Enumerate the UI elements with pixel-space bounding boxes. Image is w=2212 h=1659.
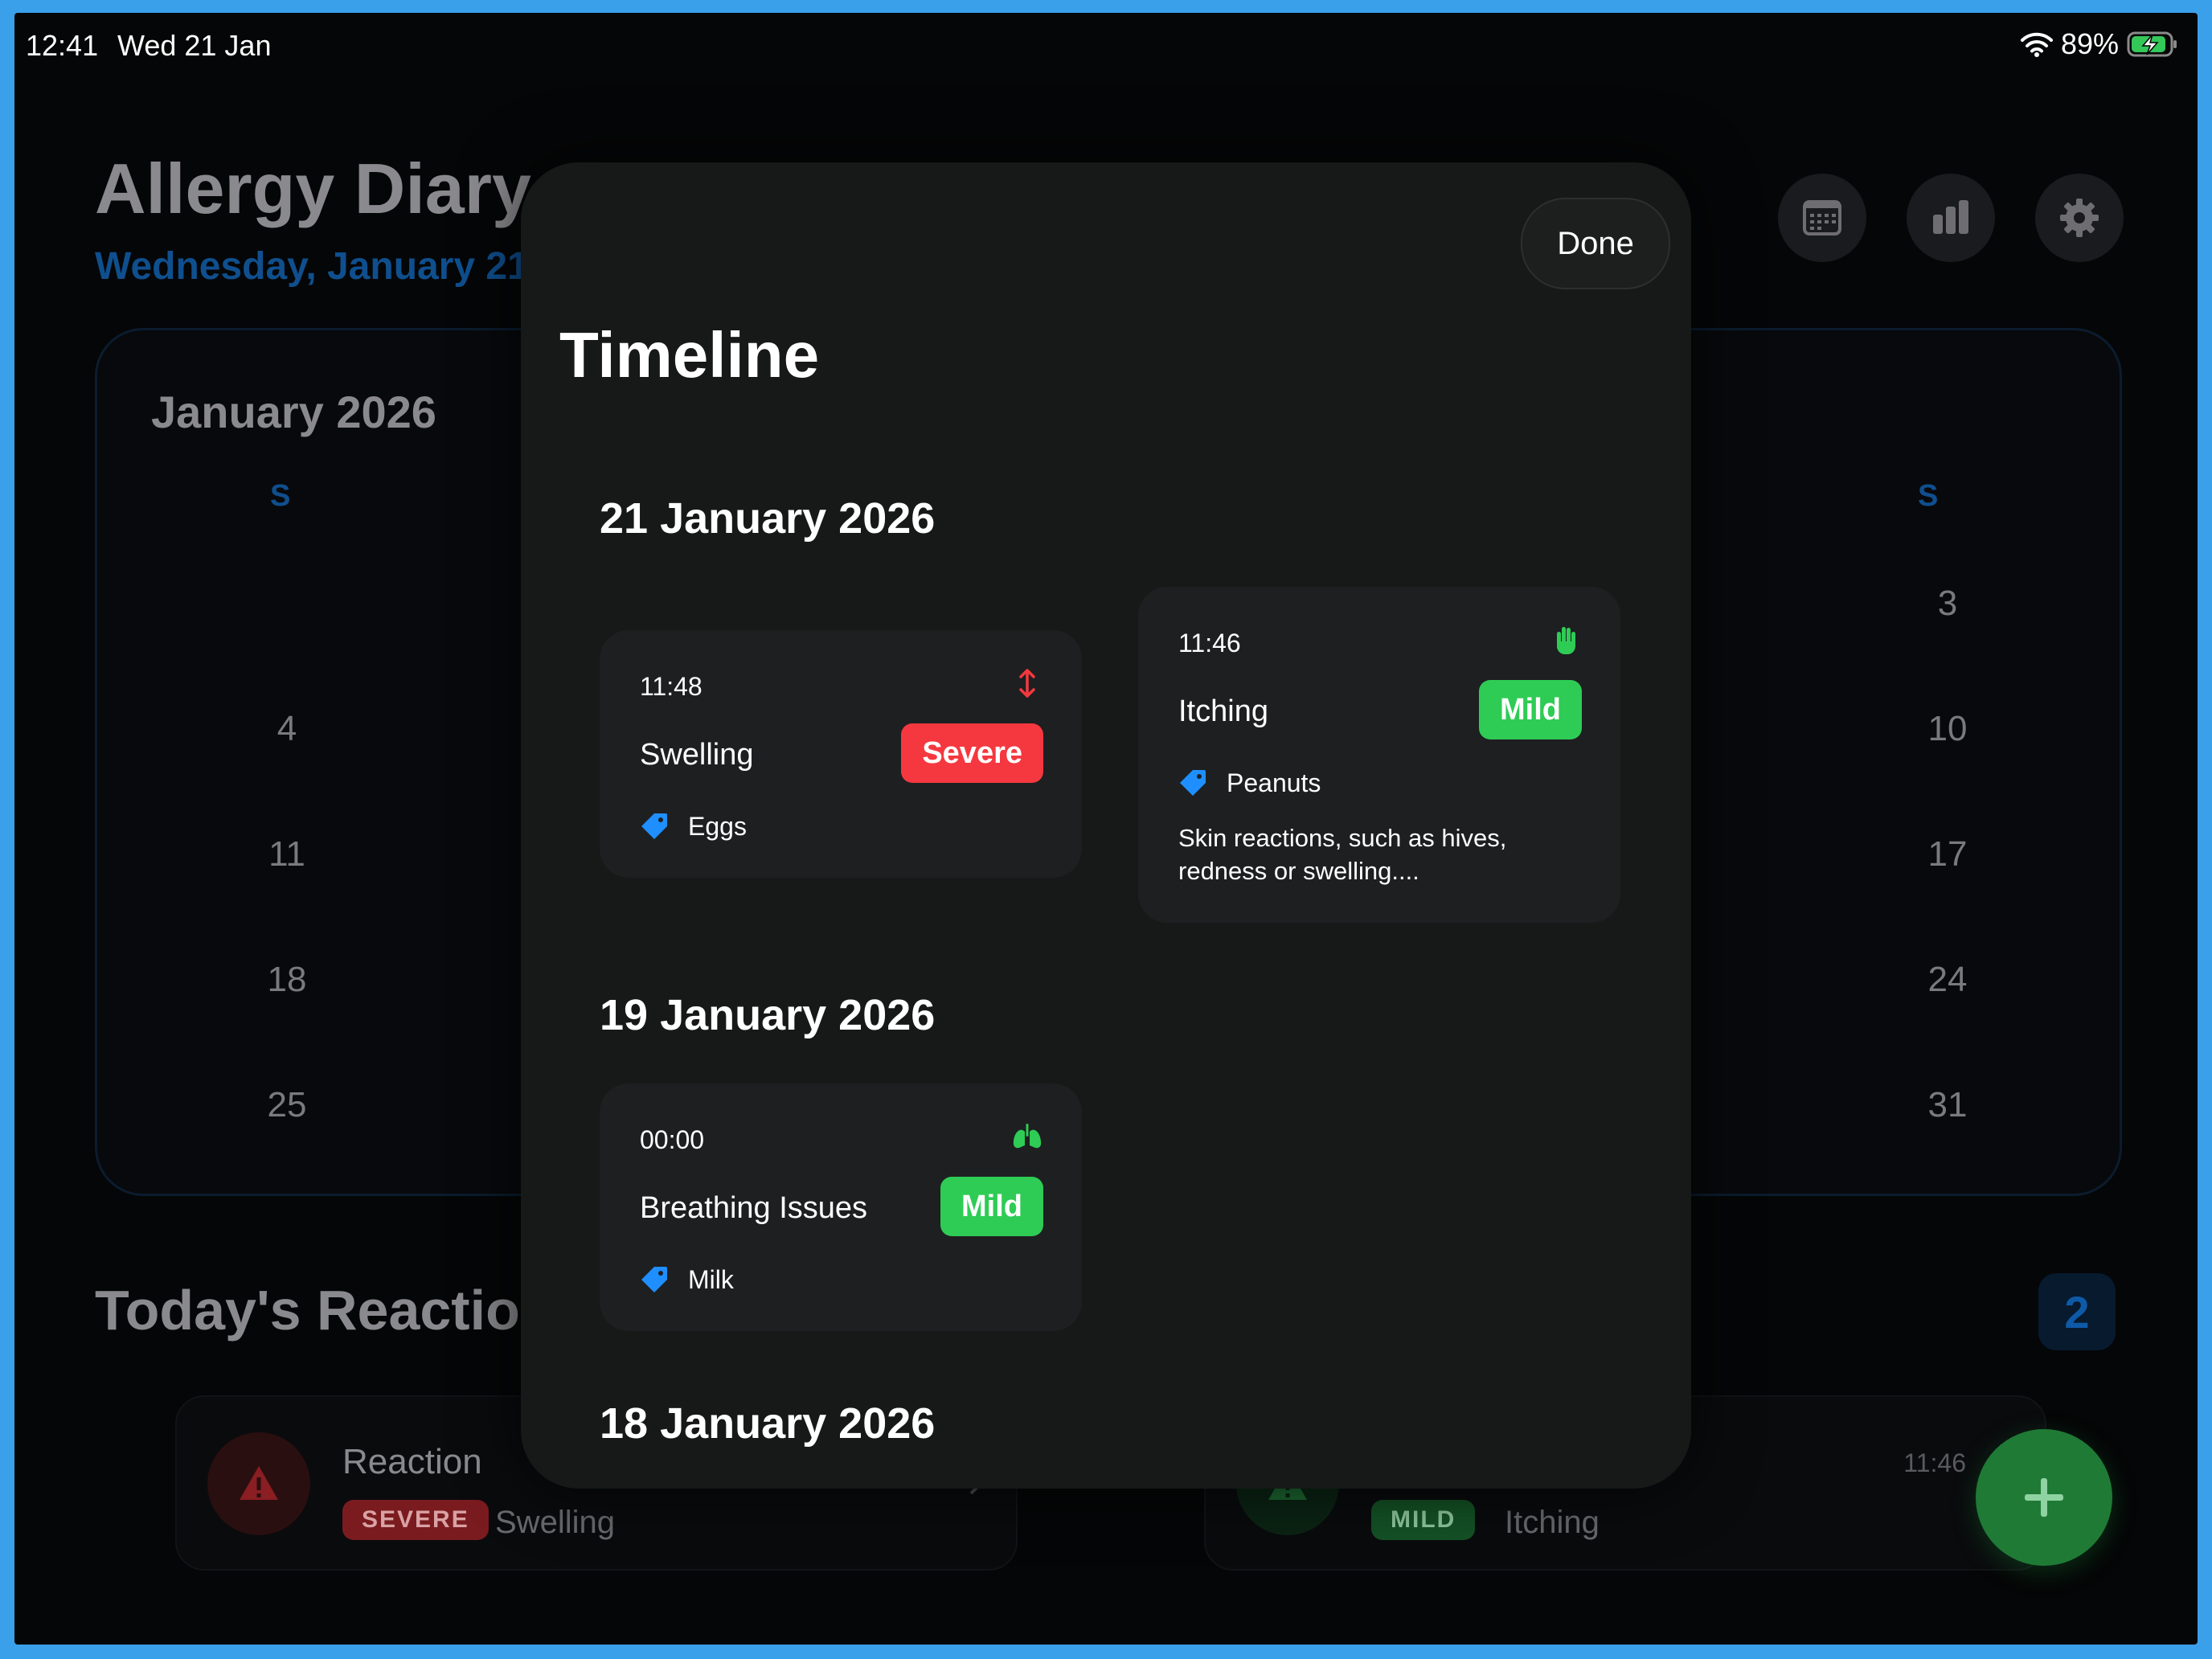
reaction-symptom: Swelling: [495, 1505, 615, 1540]
entry-allergen: Eggs: [688, 812, 747, 841]
entry-symptom: Itching: [1178, 694, 1268, 728]
battery-charging-icon: [2127, 31, 2177, 57]
severity-badge: Mild: [1479, 680, 1582, 739]
gear-icon: [2060, 199, 2099, 237]
battery-percentage: 89%: [2060, 27, 2119, 60]
day-header: 21 January 2026: [600, 494, 936, 543]
calendar-day[interactable]: 18: [251, 960, 323, 1000]
screen: Allergy Diary Wednesday, January 21 Janu…: [14, 13, 2198, 1645]
warning-icon-container: [207, 1432, 310, 1535]
todays-reactions-title: Today's Reactions: [95, 1279, 586, 1342]
lungs-icon: [1013, 1124, 1042, 1149]
entry-allergen: Milk: [688, 1265, 734, 1294]
bar-chart-icon: [1933, 200, 1968, 234]
timeline-entry-itching[interactable]: 11:46 Itching Mild Peanuts Skin reaction…: [1138, 587, 1620, 923]
entry-allergen: Peanuts: [1227, 768, 1321, 797]
sheet-title: Timeline: [559, 319, 820, 391]
timeline-entry-swelling[interactable]: 11:48 Swelling Severe Eggs: [600, 630, 1082, 878]
severity-badge: Mild: [940, 1177, 1043, 1236]
severity-tag: SEVERE: [342, 1500, 489, 1540]
entry-time: 11:46: [1178, 629, 1241, 657]
hand-icon: [1556, 627, 1575, 654]
app-title: Allergy Diary: [95, 149, 531, 228]
calendar-button[interactable]: [1778, 174, 1866, 262]
tag-icon: [1180, 770, 1206, 796]
entry-note: Skin reactions, such as hives, redness o…: [1178, 824, 1507, 885]
add-reaction-button[interactable]: [1976, 1429, 2112, 1566]
weekday-saturday: S: [1918, 479, 1939, 513]
weekday-sunday: S: [270, 479, 291, 513]
stats-button[interactable]: [1907, 174, 1995, 262]
settings-button[interactable]: [2035, 174, 2124, 262]
reaction-symptom: Itching: [1505, 1505, 1600, 1540]
reaction-time: 11:46: [1903, 1448, 1966, 1477]
severity-badge: Severe: [901, 723, 1043, 783]
calendar-day[interactable]: 25: [251, 1085, 323, 1125]
plus-icon: [2025, 1478, 2063, 1517]
day-header: 18 January 2026: [600, 1399, 936, 1448]
timeline-entry-breathing[interactable]: 00:00 Breathing Issues Mild Milk: [600, 1083, 1082, 1331]
done-button[interactable]: Done: [1521, 198, 1670, 289]
severity-tag: MILD: [1371, 1500, 1476, 1540]
status-time: 12:41: [26, 29, 99, 62]
calendar-month: January 2026: [151, 387, 436, 437]
calendar-icon: [1803, 200, 1841, 236]
reaction-count-badge: 2: [2038, 1273, 2116, 1350]
tag-icon: [641, 1267, 667, 1292]
calendar-day[interactable]: 24: [1911, 960, 1984, 1000]
calendar-day[interactable]: 31: [1911, 1085, 1984, 1125]
calendar-day[interactable]: 17: [1911, 834, 1984, 875]
calendar-day[interactable]: 4: [251, 709, 323, 749]
status-indicators: 89%: [2020, 27, 2178, 61]
timeline-sheet: Done Timeline 21 January 2026 11:48 Swel…: [521, 162, 1691, 1489]
reaction-title: Reaction: [342, 1442, 482, 1481]
app-subtitle: Wednesday, January 21: [95, 245, 529, 288]
calendar-day[interactable]: 10: [1911, 709, 1984, 749]
calendar-day[interactable]: 3: [1911, 584, 1984, 624]
entry-time: 11:48: [640, 672, 703, 701]
warning-icon: [240, 1466, 278, 1500]
entry-symptom: Swelling: [640, 738, 754, 772]
entry-time: 00:00: [640, 1125, 705, 1154]
calendar-day[interactable]: 11: [251, 834, 323, 875]
entry-symptom: Breathing Issues: [640, 1191, 868, 1225]
swelling-arrows-icon: [1019, 669, 1035, 698]
wifi-icon: [2020, 32, 2053, 57]
tag-icon: [641, 813, 667, 839]
day-header: 19 January 2026: [600, 991, 936, 1039]
status-date: Wed 21 Jan: [117, 29, 272, 62]
